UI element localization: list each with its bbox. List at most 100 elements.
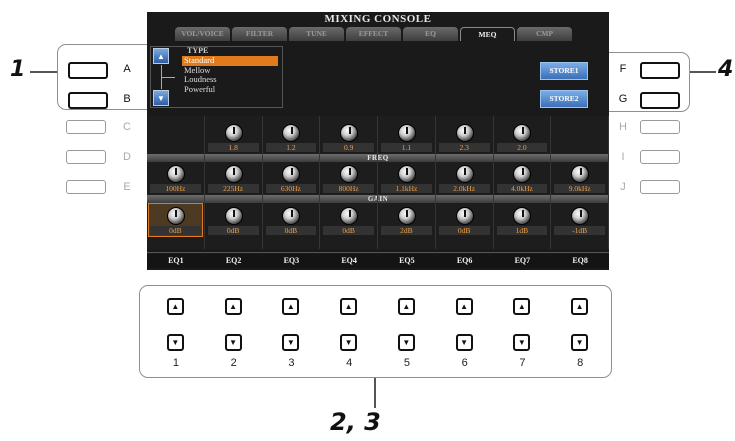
down-button-7[interactable]: ▼	[513, 334, 531, 351]
q-value-4: 0.9	[323, 143, 374, 152]
button-number-6: 6	[461, 357, 468, 369]
q-value-6: 2.3	[438, 143, 490, 152]
column-divider	[608, 116, 609, 249]
button-h-label: H	[619, 121, 627, 133]
down-button-3[interactable]: ▼	[282, 334, 300, 351]
button-g[interactable]	[640, 92, 680, 109]
up-button-1[interactable]: ▲	[166, 298, 184, 315]
gain-knob-4[interactable]	[340, 207, 359, 225]
up-button-3[interactable]: ▲	[282, 298, 300, 315]
q-knob-5[interactable]	[397, 124, 416, 142]
button-a[interactable]	[68, 62, 108, 79]
gain-value-7: 1dB	[496, 226, 548, 235]
q-knob-2[interactable]	[224, 124, 243, 142]
freq-bar: FREQ	[147, 154, 609, 162]
eq-label-1: EQ1	[147, 254, 205, 268]
button-e[interactable]	[66, 180, 106, 194]
q-knob-4[interactable]	[340, 124, 359, 142]
button-number-8: 8	[577, 357, 584, 369]
freq-value-4: 800Hz	[323, 184, 374, 193]
freq-knob-8[interactable]	[571, 165, 590, 183]
gain-value-2: 0dB	[207, 226, 259, 235]
freq-value-6: 2.0kHz	[438, 184, 490, 193]
column-divider	[261, 116, 263, 249]
tab-meq[interactable]: MEQ	[460, 27, 515, 41]
button-number-5: 5	[403, 357, 410, 369]
type-option-powerful[interactable]: Powerful	[182, 84, 278, 95]
freq-value-2: 225Hz	[207, 184, 259, 193]
eq-label-4: EQ4	[320, 254, 378, 268]
button-h[interactable]	[640, 120, 680, 134]
button-number-7: 7	[519, 357, 526, 369]
tab-filter[interactable]: FILTER	[232, 27, 287, 41]
gain-knob-5[interactable]	[397, 207, 416, 225]
button-c[interactable]	[66, 120, 106, 134]
up-button-7[interactable]: ▲	[513, 298, 531, 315]
callout-2-3-leader	[374, 378, 376, 408]
button-b[interactable]	[68, 92, 108, 109]
gain-knob-2[interactable]	[224, 207, 243, 225]
gain-value-5: 2dB	[381, 226, 432, 235]
down-button-4[interactable]: ▼	[340, 334, 358, 351]
gain-bar: GAIN	[147, 195, 609, 203]
callout-1: 1	[10, 57, 26, 82]
tab-cmp[interactable]: CMP	[517, 27, 572, 41]
type-down-button[interactable]: ▼	[153, 90, 169, 106]
up-arrow-icon: ▲	[575, 302, 584, 311]
button-f[interactable]	[640, 62, 680, 79]
up-button-6[interactable]: ▲	[455, 298, 473, 315]
gain-knob-6[interactable]	[455, 207, 474, 225]
freq-knob-5[interactable]	[397, 165, 416, 183]
tab-effect[interactable]: EFFECT	[346, 27, 401, 41]
callout-2-3: 2, 3	[330, 408, 381, 436]
store2-button[interactable]: STORE2	[540, 90, 588, 108]
up-button-5[interactable]: ▲	[397, 298, 415, 315]
button-f-label: F	[619, 63, 627, 75]
button-b-label: B	[123, 93, 131, 105]
up-button-2[interactable]: ▲	[224, 298, 242, 315]
freq-knob-6[interactable]	[455, 165, 474, 183]
down-button-8[interactable]: ▼	[571, 334, 589, 351]
store1-button[interactable]: STORE1	[540, 62, 588, 80]
button-i[interactable]	[640, 150, 680, 164]
down-button-6[interactable]: ▼	[455, 334, 473, 351]
triangle-up-icon: ▲	[157, 52, 165, 61]
gain-knob-1[interactable]	[166, 207, 185, 225]
eq-label-7: EQ7	[493, 254, 552, 268]
column-divider	[492, 116, 494, 249]
column-divider	[550, 116, 552, 249]
gain-knob-8[interactable]	[571, 207, 590, 225]
down-button-2[interactable]: ▼	[224, 334, 242, 351]
down-button-5[interactable]: ▼	[397, 334, 415, 351]
up-button-4[interactable]: ▲	[340, 298, 358, 315]
button-j[interactable]	[640, 180, 680, 194]
q-value-7: 2.0	[496, 143, 548, 152]
button-g-label: G	[618, 93, 628, 105]
button-number-2: 2	[230, 357, 237, 369]
button-d[interactable]	[66, 150, 106, 164]
up-arrow-icon: ▲	[229, 302, 238, 311]
down-arrow-icon: ▼	[575, 338, 584, 347]
type-up-button[interactable]: ▲	[153, 48, 169, 64]
up-arrow-icon: ▲	[286, 302, 295, 311]
eq-label-2: EQ2	[204, 254, 263, 268]
screen-title: MIXING CONSOLE	[324, 13, 432, 25]
q-knob-6[interactable]	[455, 124, 474, 142]
callout-4: 4	[718, 57, 734, 82]
tab-vol-voice[interactable]: VOL/VOICE	[175, 27, 230, 41]
button-e-label: E	[123, 181, 131, 193]
up-arrow-icon: ▲	[517, 302, 526, 311]
tab-tune[interactable]: TUNE	[289, 27, 344, 41]
down-button-1[interactable]: ▼	[166, 334, 184, 351]
tab-eq[interactable]: EQ	[403, 27, 458, 41]
freq-knob-2[interactable]	[224, 165, 243, 183]
lcd-screen: MIXING CONSOLE VOL/VOICE FILTER TUNE EFFECT…	[147, 12, 609, 270]
column-divider	[203, 116, 205, 249]
down-arrow-icon: ▼	[402, 338, 411, 347]
gain-value-4: 0dB	[323, 226, 374, 235]
column-divider	[377, 116, 378, 249]
freq-knob-4[interactable]	[340, 165, 359, 183]
eq-label-3: EQ3	[262, 254, 321, 268]
up-button-8[interactable]: ▲	[571, 298, 589, 315]
freq-knob-1[interactable]	[166, 165, 185, 183]
